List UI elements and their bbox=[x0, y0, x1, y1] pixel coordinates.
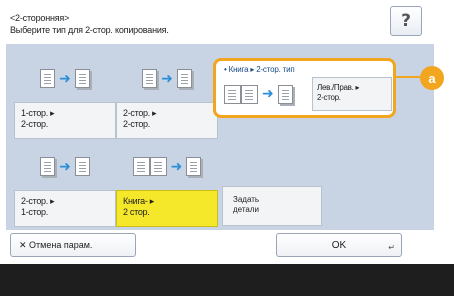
two-to-two-sided-icon: ➜ bbox=[116, 56, 218, 101]
footer: ✕ Отмена парам. OK ↵ bbox=[0, 230, 454, 260]
help-icon: ? bbox=[401, 11, 411, 31]
help-button[interactable]: ? bbox=[390, 6, 422, 36]
option-2-to-1[interactable]: ➜ 2-стор. ▸ 1-стор. bbox=[14, 144, 116, 227]
left-right-2-sided-button[interactable]: Лев./Прав. ▸ 2-стор. bbox=[312, 77, 392, 111]
option-book-to-2-label: Книга- ▸ 2 стор. bbox=[116, 190, 218, 227]
header: <2-сторонняя> Выберите тип для 2-стор. к… bbox=[0, 0, 454, 44]
two-to-one-sided-icon: ➜ bbox=[14, 144, 116, 189]
enter-icon: ↵ bbox=[388, 243, 395, 252]
option-1-to-2-label: 1-стор. ▸ 2-стор. bbox=[14, 102, 116, 139]
ok-label: OK bbox=[331, 239, 347, 251]
one-to-two-sided-icon: ➜ bbox=[14, 56, 116, 101]
ok-button[interactable]: OK ↵ bbox=[276, 233, 402, 257]
option-2-to-2-label: 2-стор. ▸ 2-стор. bbox=[116, 102, 218, 139]
mode-title: <2-сторонняя> bbox=[10, 13, 70, 23]
option-book-to-2[interactable]: ➜ Книга- ▸ 2 стор. bbox=[116, 144, 218, 227]
book-spread-icon: ➜ bbox=[224, 79, 306, 109]
book-type-title: • Книга ▸ 2-стор. тип bbox=[224, 65, 295, 74]
set-details-button[interactable]: Задать детали bbox=[222, 186, 322, 226]
option-1-to-2[interactable]: ➜ 1-стор. ▸ 2-стор. bbox=[14, 56, 116, 139]
book-to-two-sided-icon: ➜ bbox=[116, 144, 218, 189]
callout-marker: a bbox=[420, 66, 444, 90]
prompt-text: Выберите тип для 2-стор. копирования. bbox=[10, 25, 169, 35]
option-2-to-2[interactable]: ➜ 2-стор. ▸ 2-стор. bbox=[116, 56, 218, 139]
callout-line bbox=[396, 76, 420, 78]
option-2-to-1-label: 2-стор. ▸ 1-стор. bbox=[14, 190, 116, 227]
book-type-panel: • Книга ▸ 2-стор. тип ➜ Лев./Прав. ▸ 2-ст… bbox=[213, 58, 396, 118]
status-bar bbox=[0, 264, 454, 296]
options-panel: ➜ 1-стор. ▸ 2-стор. ➜ 2-стор. ▸ 2-стор. ➜ … bbox=[6, 44, 434, 230]
cancel-settings-button[interactable]: ✕ Отмена парам. bbox=[10, 233, 136, 257]
